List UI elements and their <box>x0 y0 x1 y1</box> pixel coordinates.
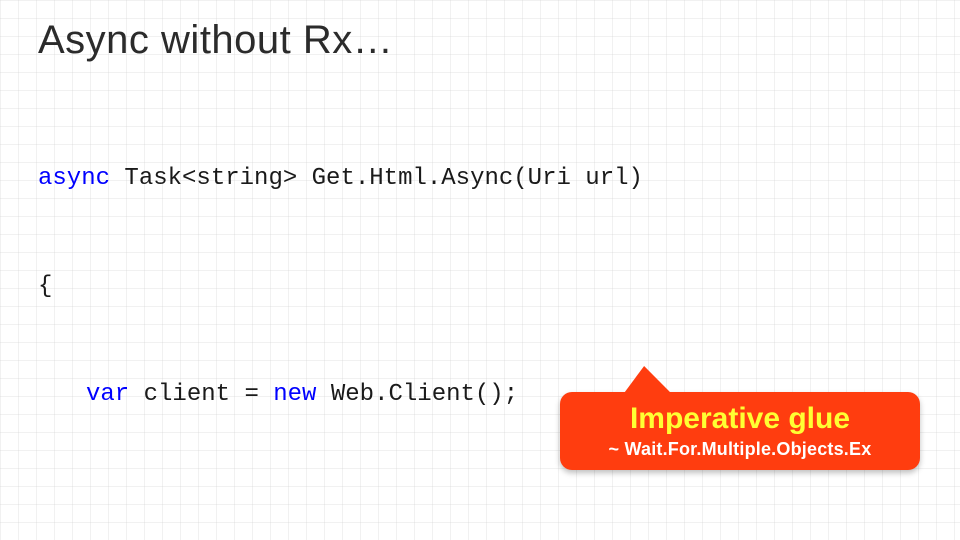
slide: Async without Rx… async Task<string> Get… <box>0 0 960 540</box>
code-text: Task<string> Get.Html.Async(Uri url) <box>110 165 643 192</box>
callout-subline: ~ Wait.For.Multiple.Objects.Ex <box>578 439 902 460</box>
blank-line <box>38 485 922 503</box>
code-text: client = <box>129 381 273 408</box>
code-line-2: { <box>38 269 922 305</box>
code-text: Web.Client(); <box>316 381 518 408</box>
callout-bubble: Imperative glue ~ Wait.For.Multiple.Obje… <box>560 392 920 470</box>
keyword-var: var <box>86 381 129 408</box>
callout-container: Imperative glue ~ Wait.For.Multiple.Obje… <box>560 392 920 470</box>
keyword-async: async <box>38 165 110 192</box>
keyword-new: new <box>273 381 316 408</box>
slide-title: Async without Rx… <box>38 18 922 63</box>
callout-headline: Imperative glue <box>578 402 902 437</box>
code-block: async Task<string> Get.Html.Async(Uri ur… <box>38 89 922 540</box>
code-line-1: async Task<string> Get.Html.Async(Uri ur… <box>38 161 922 197</box>
